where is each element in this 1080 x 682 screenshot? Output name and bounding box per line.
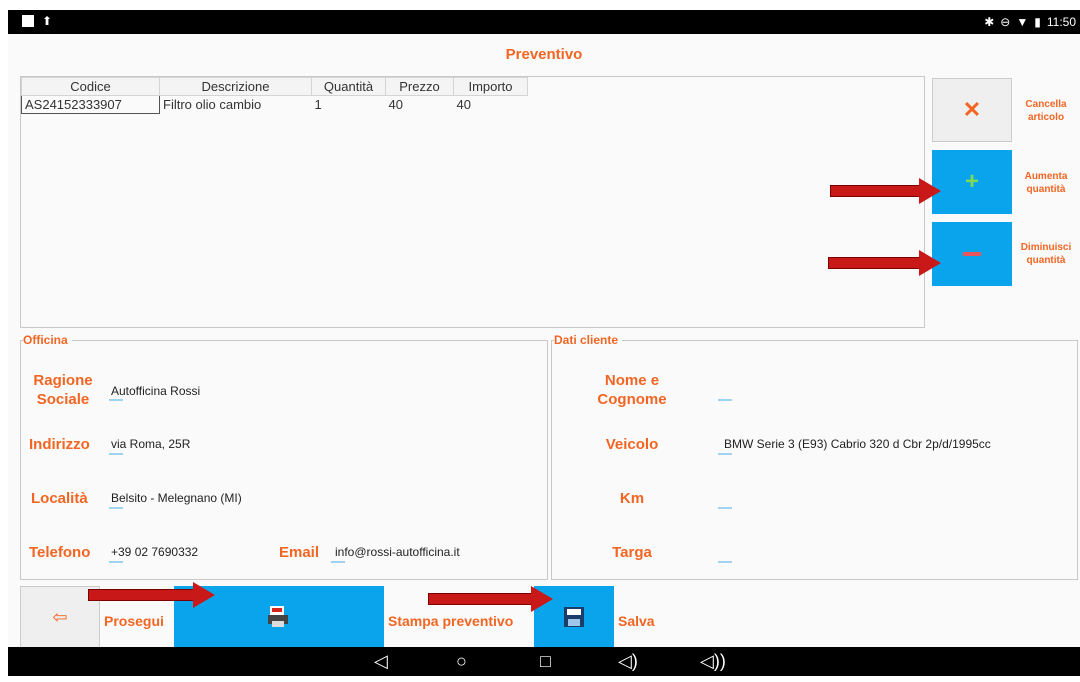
annotation-arrow [88, 582, 215, 608]
column-header-quantita[interactable]: Quantità [311, 77, 386, 96]
annotation-arrow [428, 586, 553, 612]
ragione-label-line1: Ragione [33, 372, 93, 389]
cell-codice[interactable]: AS24152333907 [21, 95, 160, 114]
ragione-sociale-value[interactable]: Autofficina Rossi [111, 384, 200, 398]
column-header-prezzo[interactable]: Prezzo [385, 77, 454, 96]
items-table: Codice Descrizione Quantità Prezzo Impor… [21, 77, 528, 114]
stampa-preventivo-label[interactable]: Stampa preventivo [388, 612, 513, 631]
officina-section-title: Officina [23, 333, 72, 347]
telefono-label: Telefono [29, 544, 91, 561]
app-frame: ⬆ ✱ ⊖ ▼ ▮ 11:50 Preventivo Codice Descri… [8, 10, 1080, 676]
arrow-left-icon: ⇦ [52, 606, 68, 627]
field-underline [718, 561, 732, 563]
cell-prezzo[interactable]: 40 [386, 96, 454, 114]
telefono-value[interactable]: +39 02 7690332 [111, 545, 198, 559]
bluetooth-icon: ✱ [984, 15, 995, 29]
column-header-importo[interactable]: Importo [453, 77, 528, 96]
decrease-label-line1: Diminuisci [1020, 242, 1072, 253]
cell-descrizione[interactable]: Filtro olio cambio [160, 96, 312, 114]
cell-quantita[interactable]: 1 [312, 96, 386, 114]
clock: 11:50 [1046, 15, 1076, 29]
nome-label-line1: Nome e [604, 372, 660, 389]
cliente-section-title: Dati cliente [554, 333, 623, 347]
decrease-label-line2: quantità [1026, 255, 1066, 266]
decrease-quantity-label: Diminuisci quantità [1016, 241, 1076, 267]
cancel-item-label: Cancella articolo [1016, 98, 1076, 124]
field-underline [109, 507, 123, 509]
indirizzo-label: Indirizzo [29, 436, 90, 453]
table-row[interactable]: AS24152333907 Filtro olio cambio 1 40 40 [21, 95, 528, 114]
field-underline [718, 453, 732, 455]
targa-label: Targa [612, 544, 652, 561]
field-underline [718, 399, 732, 401]
ragione-label-line2: Sociale [36, 391, 90, 408]
decrease-quantity-button[interactable] [932, 222, 1012, 286]
km-label: Km [619, 490, 645, 507]
localita-value[interactable]: Belsito - Melegnano (MI) [111, 491, 242, 505]
cancel-label-line2: articolo [1027, 112, 1065, 123]
page-title: Preventivo [505, 46, 583, 63]
increase-quantity-label: Aumenta quantità [1016, 170, 1076, 196]
dnd-icon: ⊖ [1000, 15, 1011, 29]
battery-icon: ▮ [1034, 15, 1041, 29]
email-value[interactable]: info@rossi-autofficina.it [335, 545, 460, 559]
plus-icon: + [964, 168, 979, 195]
email-label: Email [279, 544, 320, 561]
upload-icon: ⬆ [42, 14, 53, 28]
pdf-print-icon [268, 606, 288, 627]
minus-icon [963, 252, 981, 256]
status-bar: ⬆ ✱ ⊖ ▼ ▮ 11:50 [8, 10, 1080, 34]
notification-icon [22, 15, 34, 27]
increase-label-line2: quantità [1026, 184, 1066, 195]
volume-down-icon[interactable]: ◁) [618, 651, 638, 672]
field-underline [331, 561, 345, 563]
wifi-icon: ▼ [1016, 15, 1029, 29]
localita-label: Località [31, 490, 88, 507]
items-table-panel: Codice Descrizione Quantità Prezzo Impor… [20, 76, 925, 328]
prosegui-label[interactable]: Prosegui [104, 612, 164, 631]
save-icon [564, 607, 584, 627]
veicolo-label: Veicolo [605, 436, 659, 453]
close-icon: ✕ [962, 97, 982, 122]
ragione-sociale-label: Ragione Sociale [29, 371, 97, 409]
back-nav-icon[interactable]: ◁ [374, 651, 388, 672]
indirizzo-value[interactable]: via Roma, 25R [111, 437, 190, 451]
nome-label-line2: Cognome [597, 391, 667, 408]
annotation-arrow [830, 178, 941, 204]
navigation-bar: ◁ ○ □ ◁) ◁)) [8, 647, 1080, 676]
cancel-label-line1: Cancella [1025, 99, 1067, 110]
column-header-descrizione[interactable]: Descrizione [159, 77, 312, 96]
volume-up-icon[interactable]: ◁)) [700, 651, 726, 672]
increase-label-line1: Aumenta [1024, 171, 1068, 182]
cancel-item-button[interactable]: ✕ [932, 78, 1012, 142]
field-underline [718, 507, 732, 509]
home-nav-icon[interactable]: ○ [456, 651, 467, 672]
field-underline [109, 561, 123, 563]
recents-nav-icon[interactable]: □ [540, 651, 551, 672]
field-underline [109, 399, 123, 401]
cliente-section: Dati cliente Nome e Cognome Veicolo BMW … [551, 333, 1078, 580]
column-header-codice[interactable]: Codice [21, 77, 160, 96]
veicolo-value[interactable]: BMW Serie 3 (E93) Cabrio 320 d Cbr 2p/d/… [724, 437, 991, 451]
annotation-arrow [828, 250, 941, 276]
field-underline [109, 453, 123, 455]
cell-importo[interactable]: 40 [454, 96, 528, 114]
nome-cognome-label: Nome e Cognome [582, 371, 682, 409]
increase-quantity-button[interactable]: + [932, 150, 1012, 214]
salva-label[interactable]: Salva [618, 612, 655, 631]
officina-section: Officina Ragione Sociale Autofficina Ros… [20, 333, 548, 580]
